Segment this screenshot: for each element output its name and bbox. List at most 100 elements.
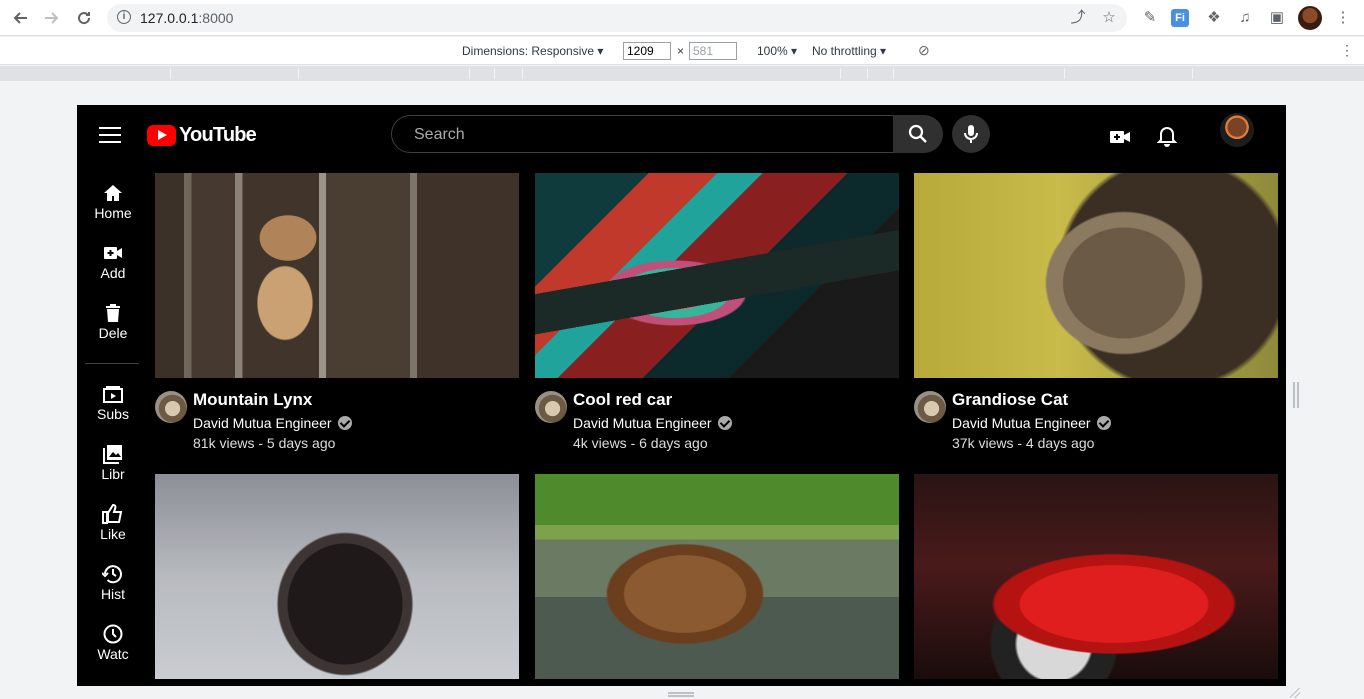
viewport-resize-handle-corner[interactable] <box>1290 688 1300 698</box>
sidebar-item-subscriptions[interactable]: Subs <box>85 382 141 432</box>
sidebar-item-label: Libr <box>101 466 125 482</box>
reload-icon <box>78 12 91 25</box>
reload-button[interactable] <box>72 6 96 30</box>
width-input[interactable] <box>623 42 671 60</box>
share-icon[interactable]: ⤴ <box>1069 9 1087 27</box>
side-panel-icon[interactable]: ▣ <box>1266 7 1288 29</box>
video-card[interactable]: Grandiose Cat David Mutua Engineer 37k v… <box>914 173 1278 463</box>
eyedropper-icon[interactable]: ✎ <box>1139 7 1161 29</box>
channel-avatar[interactable] <box>914 391 946 423</box>
dropdown-arrow-icon: ▾ <box>597 44 604 58</box>
channel-name[interactable]: David Mutua Engineer <box>573 415 732 431</box>
viewport-resize-handle-bottom[interactable] <box>668 692 694 697</box>
video-thumbnail[interactable] <box>155 173 519 378</box>
url-host: 127.0.0.1 <box>140 10 199 26</box>
dropdown-arrow-icon: ▾ <box>791 44 798 58</box>
thumbs-up-icon <box>102 504 123 524</box>
sidebar-item-watch-later[interactable]: Watc <box>85 622 141 672</box>
menu-icon[interactable] <box>99 127 121 145</box>
video-title[interactable]: Mountain Lynx <box>193 390 312 410</box>
notifications-button[interactable] <box>1155 125 1179 149</box>
add-video-icon <box>104 247 122 259</box>
video-thumbnail[interactable] <box>155 474 519 679</box>
video-thumbnail[interactable] <box>535 173 899 378</box>
channel-name-text: David Mutua Engineer <box>193 415 332 431</box>
video-thumbnail[interactable] <box>535 474 899 679</box>
sidebar-item-add[interactable]: Add <box>85 241 141 291</box>
sidebar-item-delete[interactable]: Dele <box>85 301 141 351</box>
site-info-icon[interactable]: i <box>117 10 131 24</box>
sidebar-item-home[interactable]: Home <box>85 181 141 231</box>
channel-name-text: David Mutua Engineer <box>573 415 712 431</box>
video-thumbnail[interactable] <box>914 474 1278 679</box>
arrow-left-icon <box>13 12 27 24</box>
trash-icon <box>106 304 120 322</box>
sidebar-item-label: Like <box>100 526 126 542</box>
video-title[interactable]: Cool red car <box>573 390 672 410</box>
video-card[interactable]: Cool red car David Mutua Engineer 4k vie… <box>535 173 899 463</box>
zoom-dropdown[interactable]: 100% ▾ <box>757 44 797 58</box>
sidebar-item-liked[interactable]: Like <box>85 502 141 552</box>
sidebar-item-label: Hist <box>100 586 126 602</box>
logo-text: YouTube <box>179 124 257 146</box>
sidebar-item-library[interactable]: Libr <box>85 442 141 492</box>
zoom-label: 100% <box>757 44 788 58</box>
dimensions-dropdown[interactable]: Dimensions: Responsive ▾ <box>462 44 603 58</box>
url-port: :8000 <box>198 10 234 26</box>
microphone-icon <box>964 125 978 143</box>
sidebar-item-label: Home <box>94 205 132 221</box>
user-avatar[interactable] <box>1220 113 1254 147</box>
video-thumbnail[interactable] <box>914 173 1278 378</box>
video-card[interactable] <box>535 474 899 679</box>
video-card[interactable] <box>155 474 519 679</box>
rotate-icon[interactable]: ⊘ <box>918 42 930 59</box>
device-toolbar: Dimensions: Responsive ▾ × 100% ▾ No thr… <box>0 37 1364 65</box>
youtube-logo[interactable]: YouTube <box>147 124 257 147</box>
subscriptions-icon <box>103 386 123 403</box>
address-bar[interactable]: i 127.0.0.1:8000 ⤴ ☆ <box>107 4 1127 32</box>
channel-avatar[interactable] <box>155 391 187 423</box>
more-options-icon[interactable]: ⋮ <box>1340 42 1354 59</box>
media-icon[interactable]: ♫ <box>1234 7 1256 29</box>
menu-dots-icon[interactable]: ⋮ <box>1332 7 1354 29</box>
extension-fi-icon[interactable]: Fi <box>1171 9 1189 27</box>
history-icon <box>102 565 122 584</box>
channel-name[interactable]: David Mutua Engineer <box>952 415 1111 431</box>
search-button[interactable] <box>893 115 943 153</box>
video-card[interactable]: Mountain Lynx David Mutua Engineer 81k v… <box>155 173 519 463</box>
channel-avatar[interactable] <box>535 391 567 423</box>
bell-icon <box>1157 126 1177 147</box>
profile-avatar[interactable] <box>1298 6 1322 30</box>
url-text: 127.0.0.1:8000 <box>140 10 233 26</box>
throttling-dropdown[interactable]: No throttling ▾ <box>812 44 886 58</box>
dimensions-label: Dimensions: Responsive <box>462 44 595 58</box>
play-logo-icon <box>147 125 176 146</box>
sidebar-divider <box>85 363 139 364</box>
forward-button[interactable] <box>40 6 64 30</box>
search-bar <box>391 115 893 153</box>
viewport-resize-handle-right[interactable] <box>1293 382 1299 408</box>
sidebar-item-label: Add <box>100 265 126 281</box>
video-card[interactable] <box>914 474 1278 679</box>
dropdown-arrow-icon: ▾ <box>880 44 887 58</box>
video-camera-add-icon <box>1110 131 1130 143</box>
page-viewport: YouTube Home Add Dele <box>77 105 1286 686</box>
channel-name[interactable]: David Mutua Engineer <box>193 415 352 431</box>
video-title[interactable]: Grandiose Cat <box>952 390 1068 410</box>
sidebar-item-history[interactable]: Hist <box>85 562 141 612</box>
sidebar: Home Add Dele Subs Libr Like Hist Watc <box>77 167 149 686</box>
voice-search-button[interactable] <box>952 115 990 153</box>
browser-toolbar: i 127.0.0.1:8000 ⤴ ☆ ✎ Fi ❖ ♫ ▣ ⋮ <box>0 0 1364 36</box>
throttling-label: No throttling <box>812 44 877 58</box>
times-symbol: × <box>677 44 685 58</box>
channel-name-text: David Mutua Engineer <box>952 415 1091 431</box>
puzzle-icon[interactable]: ❖ <box>1203 7 1225 29</box>
height-input[interactable] <box>689 42 737 60</box>
home-icon <box>104 185 122 201</box>
media-query-ruler[interactable] <box>0 66 1364 81</box>
star-icon[interactable]: ☆ <box>1100 9 1118 27</box>
search-input[interactable] <box>412 125 876 145</box>
back-button[interactable] <box>8 6 32 30</box>
create-video-button[interactable] <box>1108 125 1132 149</box>
sidebar-item-label: Dele <box>98 325 128 341</box>
